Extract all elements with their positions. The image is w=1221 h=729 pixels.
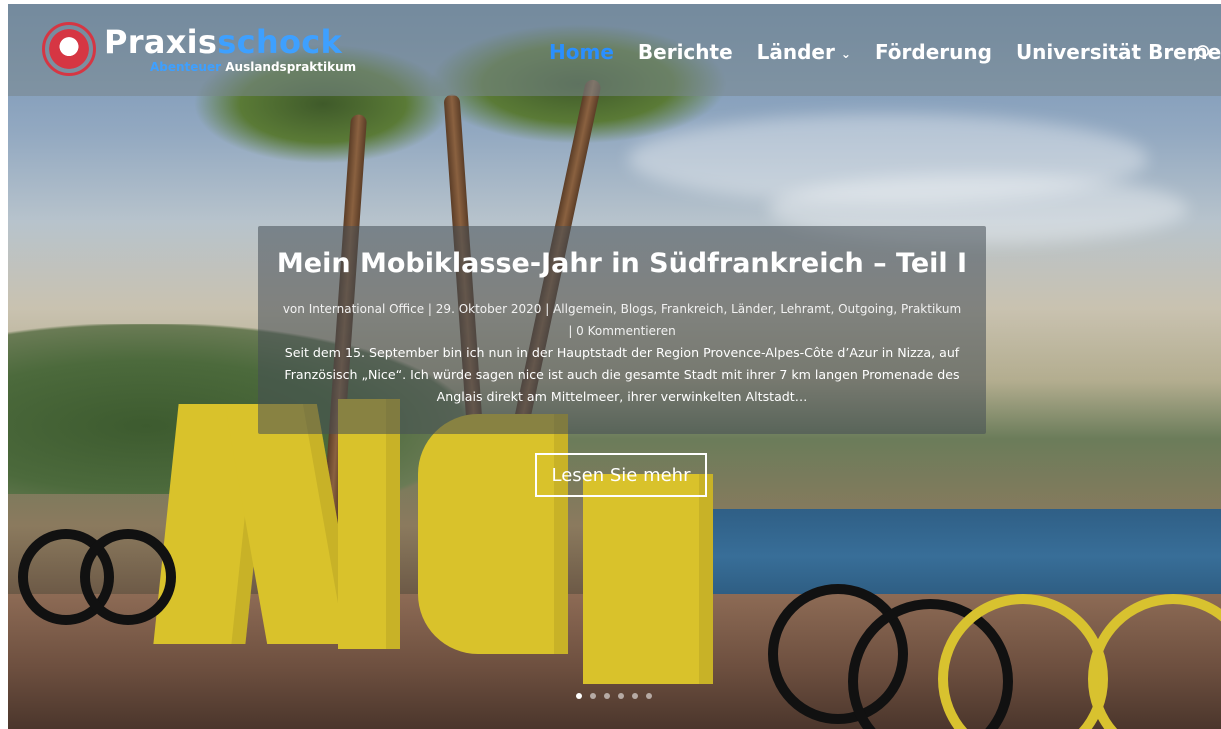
slider-dot-3[interactable] (604, 693, 610, 699)
main-navigation: Home Berichte Länder ⌄ Förderung Universi… (549, 37, 1221, 67)
nav-berichte-label: Berichte (637, 40, 733, 64)
nav-laender-label: Länder (756, 40, 835, 64)
nav-berichte[interactable]: Berichte (638, 40, 733, 64)
post-excerpt: Seit dem 15. September bin ich nun in de… (284, 345, 960, 404)
read-more-button[interactable]: Lesen Sie mehr (535, 453, 707, 497)
page-frame: Praxisschock Abenteuer Auslandspraktikum… (8, 4, 1221, 729)
logo-title: Praxisschock (104, 26, 356, 58)
nav-universitaet-bremen-label: Universität Bremen (1015, 40, 1221, 64)
slider-pagination (576, 693, 652, 699)
slider-dot-2[interactable] (590, 693, 596, 699)
nav-home[interactable]: Home (549, 40, 614, 64)
logo-subtitle-prefix: Abenteuer (150, 59, 222, 74)
nav-universitaet-bremen[interactable]: Universität Bremen (1016, 40, 1221, 64)
chevron-down-icon: ⌄ (840, 46, 851, 61)
post-meta: von International Office | 29. Oktober 2… (282, 302, 962, 338)
site-logo[interactable]: Praxisschock Abenteuer Auslandspraktikum (42, 22, 356, 76)
logo-subtitle: Abenteuer Auslandspraktikum (104, 61, 356, 73)
nice-letter (418, 414, 568, 654)
nav-laender[interactable]: Länder ⌄ (757, 40, 851, 64)
bike-wheel (80, 529, 176, 625)
slider-dot-1[interactable] (576, 693, 582, 699)
nice-letter (583, 474, 713, 684)
slide-caption-box: Mein Mobiklasse-Jahr in Südfrankreich – … (258, 226, 986, 434)
slider-dot-4[interactable] (618, 693, 624, 699)
slider-dot-5[interactable] (632, 693, 638, 699)
logo-text: Praxisschock Abenteuer Auslandspraktikum (104, 26, 356, 73)
search-icon[interactable] (1192, 43, 1212, 63)
slide-title[interactable]: Mein Mobiklasse-Jahr in Südfrankreich – … (258, 248, 986, 279)
logo-title-suffix: schock (217, 22, 343, 61)
university-logo-icon (42, 22, 96, 76)
logo-title-prefix: Praxis (104, 22, 218, 61)
nav-foerderung[interactable]: Förderung (875, 40, 992, 64)
logo-subtitle-suffix: Auslandspraktikum (225, 59, 357, 74)
nav-home-label: Home (549, 40, 614, 64)
nav-foerderung-label: Förderung (874, 40, 992, 64)
nice-letter (338, 399, 400, 649)
site-header: Praxisschock Abenteuer Auslandspraktikum… (8, 4, 1221, 96)
slider-dot-6[interactable] (646, 693, 652, 699)
